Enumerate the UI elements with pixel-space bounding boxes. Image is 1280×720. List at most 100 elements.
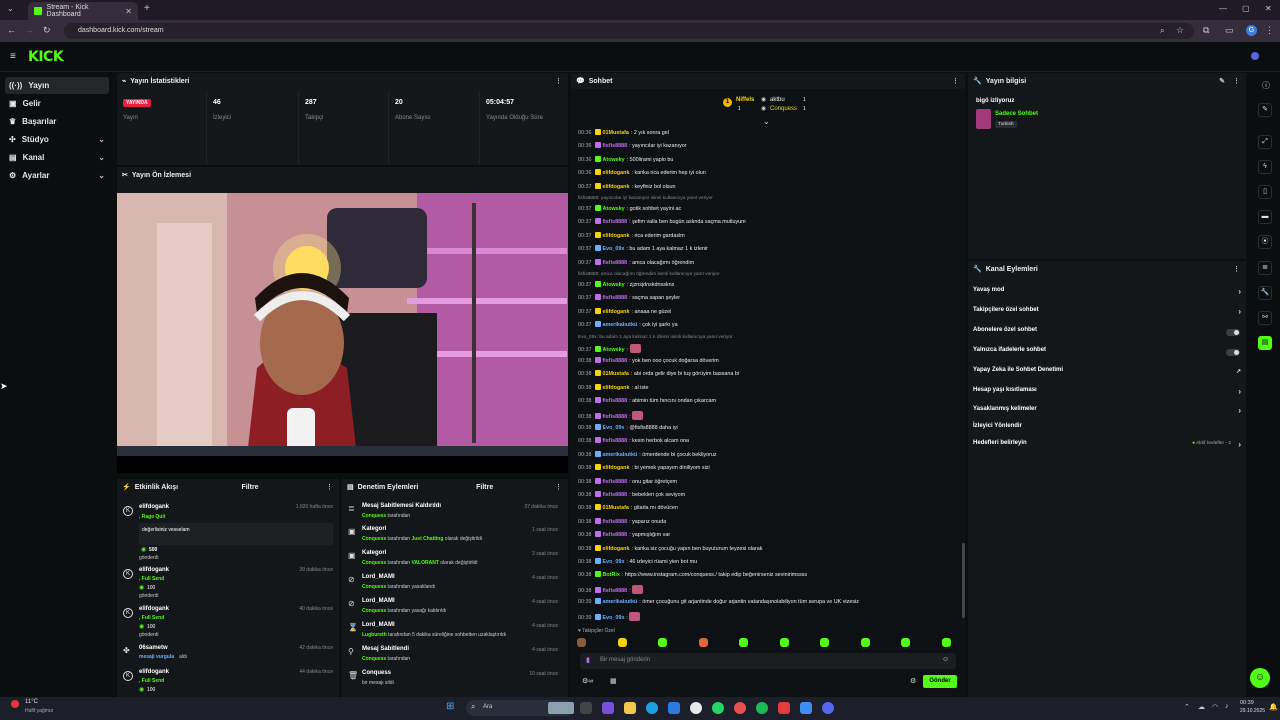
edit-icon[interactable]: ✎	[1219, 77, 1225, 85]
chat-username[interactable]: fisfis8888	[603, 219, 628, 225]
stream-video[interactable]	[117, 193, 568, 456]
chat-username[interactable]: 01Mustafa	[603, 505, 629, 511]
chat-username[interactable]: Atowsky	[603, 206, 625, 212]
more-options-icon[interactable]: ⋮	[952, 77, 959, 85]
tray-cloud-icon[interactable]: ☁	[1198, 703, 1205, 711]
chat-username[interactable]: amerikalıutkü	[603, 322, 638, 328]
chat-username[interactable]: fisfis8888	[603, 492, 628, 498]
chat-username[interactable]: fisfis8888	[603, 479, 628, 485]
minimize-icon[interactable]: —	[1219, 4, 1227, 13]
chat-username[interactable]: fisfis8888	[603, 260, 628, 266]
chat-username[interactable]: fisfis8888	[603, 414, 628, 420]
browser-menu-icon[interactable]: ⋮	[1265, 25, 1274, 36]
notifications-icon[interactable]: 🔔	[1269, 703, 1278, 711]
send-button[interactable]: Gönder	[923, 675, 957, 688]
rail-chat-icon[interactable]: ▬	[1258, 210, 1272, 224]
action-followers-only[interactable]: Takipçilere özel sohbet ›	[973, 307, 1245, 321]
chat-username[interactable]: fisfis8888	[603, 519, 628, 525]
taskview-icon[interactable]	[580, 702, 592, 714]
edge-icon[interactable]	[646, 702, 658, 714]
expand-top-users-icon[interactable]: ⌄	[763, 117, 770, 126]
rail-expand-icon[interactable]: ⤢	[1258, 135, 1272, 149]
rail-active-icon[interactable]: ▤	[1258, 336, 1272, 350]
zoom-icon[interactable]: ⌕	[1160, 26, 1164, 36]
volume-icon[interactable]: ♪	[1225, 703, 1229, 710]
more-options-icon[interactable]: ⋮	[326, 483, 333, 491]
chat-username[interactable]: 01Mustafa	[603, 130, 629, 136]
more-options-icon[interactable]: ⋮	[1233, 265, 1240, 273]
app-red-icon[interactable]	[778, 702, 790, 714]
chat-username[interactable]: fisfis8888	[603, 588, 628, 594]
action-raid[interactable]: İzleyici Yönlendir	[973, 423, 1245, 437]
more-options-icon[interactable]: ⋮	[555, 483, 562, 491]
chat-username[interactable]: 01Mustafa	[603, 371, 629, 377]
rail-broadcast-icon[interactable]: ⦿	[1258, 235, 1272, 249]
store-icon[interactable]	[668, 702, 680, 714]
subscribers-only-toggle[interactable]	[1226, 329, 1240, 336]
back-icon[interactable]: ←	[7, 25, 16, 35]
chat-scrollbar[interactable]	[962, 543, 965, 618]
rail-document-icon[interactable]: ▯	[1258, 185, 1272, 199]
browser-tab[interactable]: Stream - Kick Dashboard ✕	[28, 2, 138, 20]
quick-emote-icon[interactable]	[698, 638, 708, 647]
chat-username[interactable]: fisfis8888	[603, 532, 628, 538]
chat-bubble-button[interactable]: ☺	[1250, 668, 1270, 688]
chat-username[interactable]: fisfis8888	[603, 398, 628, 404]
chat-username[interactable]: elifdogank	[603, 233, 630, 239]
info-icon[interactable]: ⓘ	[1262, 80, 1270, 91]
chrome-profile-icon[interactable]	[734, 702, 746, 714]
chat-username[interactable]: amerikalıutkü	[603, 452, 638, 458]
action-ai-moderation[interactable]: Yapay Zeka ile Sohbet Denetimi ↗	[973, 367, 1245, 381]
quick-emote-icon[interactable]	[860, 638, 870, 647]
quick-emote-icon[interactable]	[739, 638, 748, 647]
chat-username[interactable]: elifdogank	[603, 184, 630, 190]
bookmark-star-icon[interactable]: ☆	[1176, 25, 1184, 36]
user-avatar[interactable]	[1251, 52, 1259, 60]
chat-username[interactable]: elifdogank	[603, 170, 630, 176]
chat-username[interactable]: fisfis8888	[603, 295, 628, 301]
activity-filter-button[interactable]: Filtre	[241, 484, 258, 491]
action-banned-words[interactable]: Yasaklanmış kelimeler ›	[973, 406, 1245, 420]
chat-input[interactable]: ▮ Bir mesaj gönderin ☺	[580, 653, 956, 669]
discord-icon[interactable]	[822, 702, 834, 714]
obs-icon[interactable]	[800, 702, 812, 714]
profile-avatar[interactable]: G	[1246, 25, 1257, 36]
quick-emote-icon[interactable]	[577, 638, 586, 647]
reload-icon[interactable]: ↻	[43, 25, 51, 36]
clock-time[interactable]: 00:39	[1240, 700, 1254, 706]
extensions-icon[interactable]: ⧉	[1203, 25, 1209, 36]
chat-username[interactable]: fisfis8888	[603, 358, 628, 364]
chat-username[interactable]: Atowsky	[603, 347, 625, 353]
chat-settings-icon[interactable]: ⚙	[910, 677, 916, 685]
chat-username[interactable]: elifdogank	[603, 546, 630, 552]
rail-list-icon[interactable]: ≣	[1258, 261, 1272, 275]
spotify-icon[interactable]	[756, 702, 768, 714]
chat-username[interactable]: Atowsky	[603, 282, 625, 288]
chat-tools-icon[interactable]: ⚙∞	[582, 677, 593, 685]
file-explorer-icon[interactable]	[624, 702, 636, 714]
chat-username[interactable]: Evo_09x	[603, 425, 625, 431]
rail-wrench-icon[interactable]: 🔧	[1258, 286, 1272, 300]
rail-lightning-icon[interactable]: ϟ	[1258, 160, 1272, 174]
taskbar-widgets-icon[interactable]	[548, 702, 574, 714]
kick-logo[interactable]: KICK	[28, 49, 64, 65]
chat-username[interactable]: Evo_09x	[603, 559, 625, 565]
rail-share-icon[interactable]: ⚯	[1258, 311, 1272, 325]
chat-username[interactable]: BotRix	[603, 572, 620, 578]
forward-icon[interactable]: →	[25, 25, 34, 35]
url-input[interactable]: dashboard.kick.com/stream	[64, 23, 1194, 39]
sidebar-item-gelir[interactable]: ▣ Gelir	[5, 95, 109, 112]
sidebar-item-ayarlar[interactable]: ⚙ Ayarlar ⌄	[5, 167, 109, 184]
category-name[interactable]: Sadece Sohbet	[995, 111, 1038, 117]
whatsapp-icon[interactable]	[712, 702, 724, 714]
sidebar-item-studyo[interactable]: ✣ Stüdyo ⌄	[5, 131, 109, 148]
sidepanel-icon[interactable]: ▭	[1225, 25, 1234, 36]
quick-emote-icon[interactable]	[658, 638, 667, 647]
wifi-icon[interactable]: ◠	[1212, 703, 1218, 711]
quick-emote-icon[interactable]	[779, 638, 789, 647]
sidebar-item-kanal[interactable]: ▤ Kanal ⌄	[5, 149, 109, 166]
action-goals[interactable]: Hedefleri belirleyin ● Aktif hedefler - …	[973, 440, 1245, 454]
windows-start-icon[interactable]: ⊞	[446, 701, 454, 712]
quick-emote-icon[interactable]	[941, 638, 951, 647]
chat-username[interactable]: elifdogank	[603, 465, 630, 471]
